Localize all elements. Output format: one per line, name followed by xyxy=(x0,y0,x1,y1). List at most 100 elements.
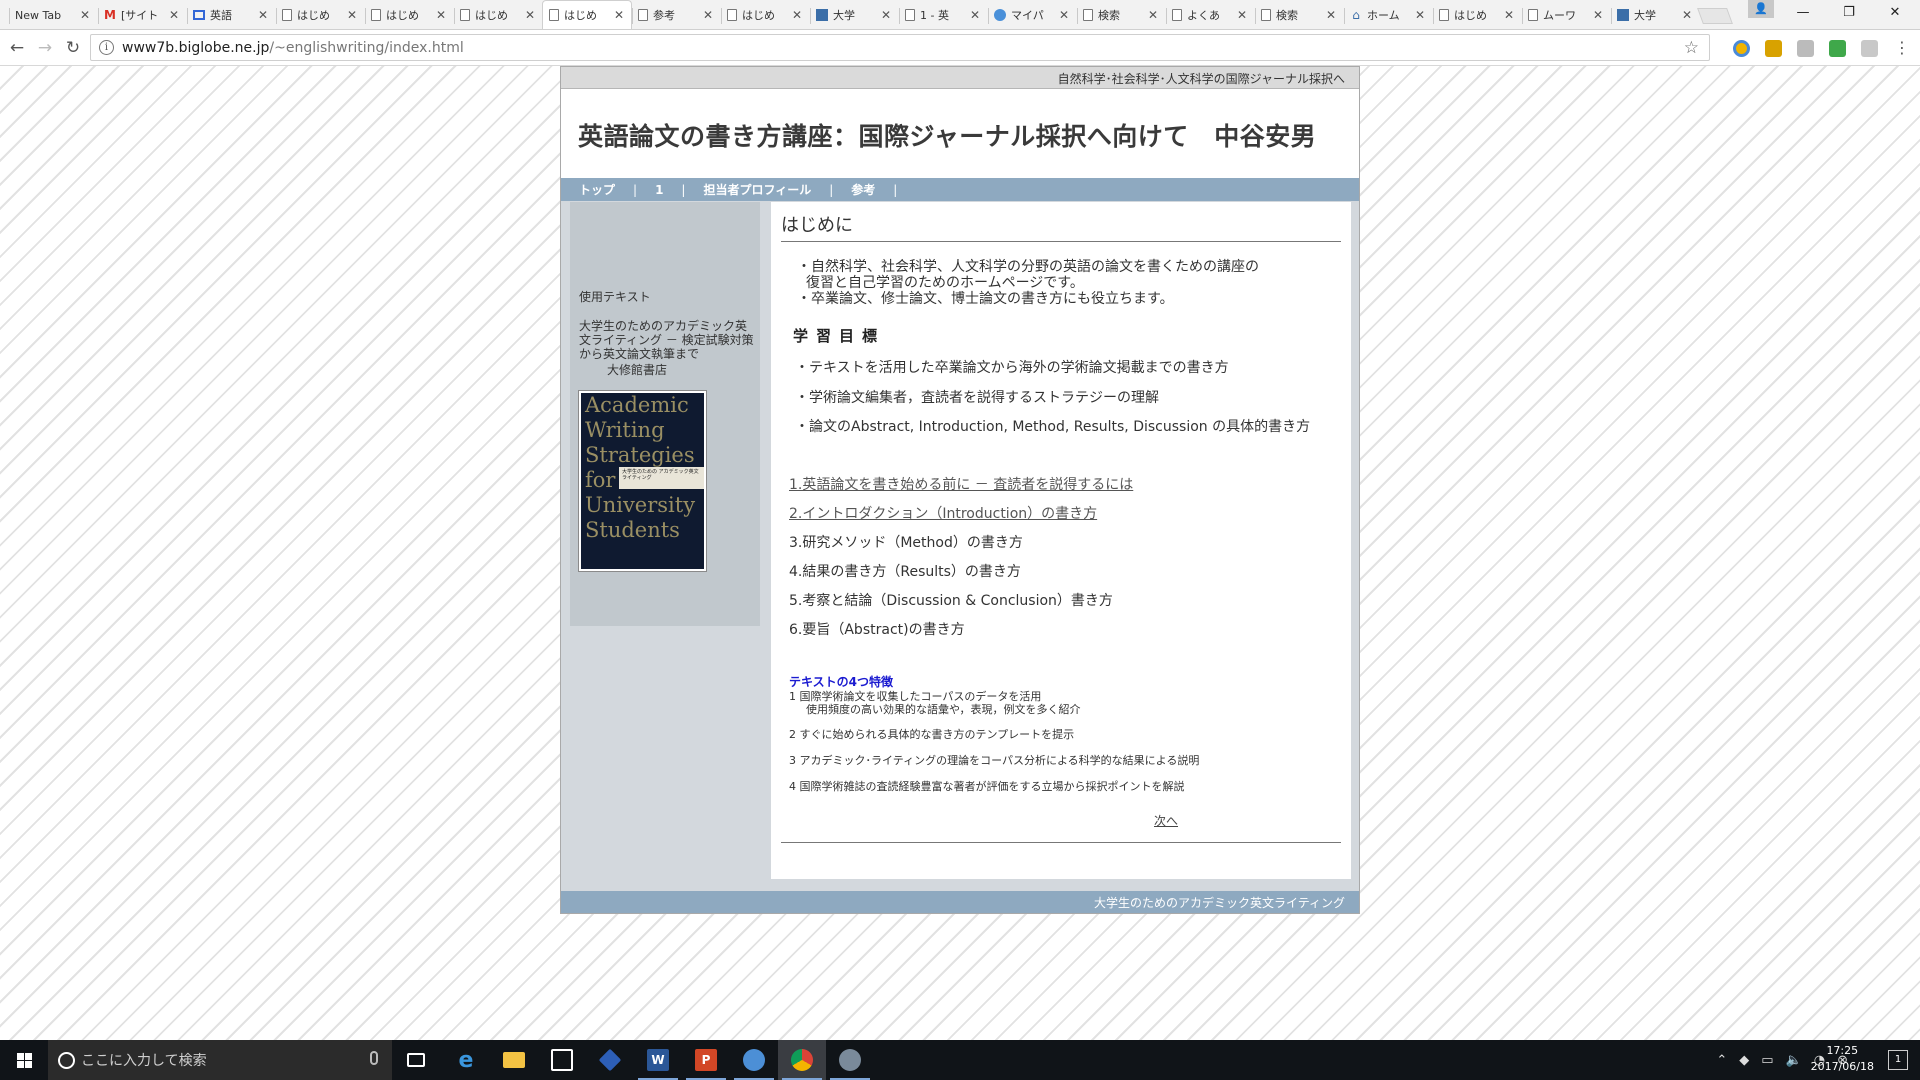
info-icon[interactable]: i xyxy=(99,40,114,55)
close-tab-icon[interactable]: ✕ xyxy=(524,8,536,22)
extension-icon[interactable] xyxy=(1797,40,1814,57)
notification-center-icon[interactable]: 1 xyxy=(1888,1050,1908,1070)
address-bar[interactable]: i www7b.biglobe.ne.jp/~englishwriting/in… xyxy=(90,34,1710,61)
browser-tab[interactable]: はじめ ✕ xyxy=(1432,0,1522,29)
nav-separator: | xyxy=(633,182,638,197)
tab-title: 参考 xyxy=(653,9,675,22)
bookmark-star-icon[interactable]: ☆ xyxy=(1684,38,1699,58)
nav-top-link[interactable]: トップ xyxy=(579,181,615,198)
close-tab-icon[interactable]: ✕ xyxy=(1592,8,1604,22)
browser-tab[interactable]: はじめ ✕ xyxy=(720,0,810,29)
close-tab-icon[interactable]: ✕ xyxy=(1503,8,1515,22)
close-tab-icon[interactable]: ✕ xyxy=(168,8,180,22)
menu-icon[interactable]: ⋮ xyxy=(1891,37,1913,59)
sidebar-publisher: 大修館書店 xyxy=(607,363,668,377)
taskbar-search[interactable]: ここに入力して検索 xyxy=(48,1040,392,1080)
extension-icon[interactable] xyxy=(1765,40,1782,57)
browser-tab[interactable]: はじめ ✕ xyxy=(275,0,365,29)
profile-icon[interactable]: 👤 xyxy=(1748,0,1774,18)
browser-tab[interactable]: ムーワ ✕ xyxy=(1521,0,1611,29)
battery-icon[interactable]: ▭ xyxy=(1761,1053,1773,1068)
search-placeholder: ここに入力して検索 xyxy=(81,1053,207,1069)
close-tab-icon[interactable]: ✕ xyxy=(1147,8,1159,22)
browser-tab[interactable]: 1 - 英 ✕ xyxy=(898,0,988,29)
page-viewport: 自然科学･社会科学･人文科学の国際ジャーナル採択へ 英語論文の書き方講座：国際ジ… xyxy=(0,66,1920,1040)
close-tab-icon[interactable]: ✕ xyxy=(880,8,892,22)
close-tab-icon[interactable]: ✕ xyxy=(1325,8,1337,22)
tab-title: [サイト xyxy=(121,9,159,22)
microphone-icon[interactable] xyxy=(370,1051,378,1065)
volume-icon[interactable]: 🔈 xyxy=(1786,1053,1802,1068)
back-icon[interactable]: ← xyxy=(6,37,28,59)
feature-line: 使用頻度の高い効果的な語彙や，表現，例文を多く紹介 xyxy=(806,702,1081,716)
browser-tab[interactable]: 参考 ✕ xyxy=(631,0,721,29)
chrome-button[interactable] xyxy=(778,1040,826,1080)
close-tab-icon[interactable]: ✕ xyxy=(1058,8,1070,22)
home-icon: ⌂ xyxy=(1352,8,1360,22)
notification-count: 1 xyxy=(1894,1054,1902,1065)
clock[interactable]: 17:25 2017/06/18 xyxy=(1811,1043,1874,1075)
cover-title-line: Students xyxy=(585,518,680,542)
close-tab-icon[interactable]: ✕ xyxy=(1236,8,1248,22)
browser-tab[interactable]: 大学 ✕ xyxy=(1610,0,1700,29)
browser-tab[interactable]: 英語 ✕ xyxy=(186,0,276,29)
browser-tab[interactable]: はじめ ✕ xyxy=(453,0,543,29)
browser-tab[interactable]: ⌂ ホーム ✕ xyxy=(1343,0,1433,29)
close-tab-icon[interactable]: ✕ xyxy=(257,8,269,22)
browser-tab[interactable]: 検索 ✕ xyxy=(1254,0,1344,29)
store-button[interactable] xyxy=(538,1040,586,1080)
browser-tab[interactable]: はじめ ✕ xyxy=(364,0,454,29)
close-tab-icon[interactable]: ✕ xyxy=(435,8,447,22)
intro-text: ・自然科学、社会科学、人文科学の分野の英語の論文を書くための講座の 復習と自己学… xyxy=(781,259,1341,307)
tab-title: はじめ xyxy=(564,9,597,22)
close-tab-icon[interactable]: ✕ xyxy=(1681,8,1693,22)
nav-1-link[interactable]: 1 xyxy=(655,183,663,197)
close-tab-icon[interactable]: ✕ xyxy=(969,8,981,22)
app-button[interactable] xyxy=(730,1040,778,1080)
start-button[interactable] xyxy=(0,1040,48,1080)
dropbox-icon[interactable]: ◆ xyxy=(1739,1053,1749,1068)
next-page-link[interactable]: 次へ xyxy=(1154,812,1178,829)
close-tab-icon[interactable]: ✕ xyxy=(613,8,625,22)
chapter-link[interactable]: 2.イントロダクション（Introduction）の書き方 xyxy=(789,506,1097,522)
close-tab-icon[interactable]: ✕ xyxy=(346,8,358,22)
chevron-up-icon[interactable]: ⌃ xyxy=(1716,1053,1727,1068)
browser-tab[interactable]: 大学 ✕ xyxy=(809,0,899,29)
browser-tab[interactable]: マイパ ✕ xyxy=(987,0,1077,29)
browser-tab[interactable]: New Tab ✕ xyxy=(8,0,98,29)
new-tab-button[interactable] xyxy=(1697,8,1733,24)
app-button[interactable] xyxy=(826,1040,874,1080)
sidebar-book-title: 大学生のためのアカデミック英文ライティング － 検定試験対策から英文論文執筆まで xyxy=(579,319,754,361)
browser-tab[interactable]: M [サイト ✕ xyxy=(97,0,187,29)
powerpoint-button[interactable]: P xyxy=(682,1040,730,1080)
forward-icon[interactable]: → xyxy=(34,37,56,59)
doc-icon xyxy=(905,9,915,21)
extension-icon[interactable] xyxy=(1733,40,1750,57)
nav-reference-link[interactable]: 参考 xyxy=(851,181,875,198)
close-window-icon[interactable]: ✕ xyxy=(1872,0,1918,28)
reload-icon[interactable]: ↻ xyxy=(62,37,84,59)
word-button[interactable]: W xyxy=(634,1040,682,1080)
app-button[interactable] xyxy=(586,1040,634,1080)
close-tab-icon[interactable]: ✕ xyxy=(702,8,714,22)
file-explorer-button[interactable] xyxy=(490,1040,538,1080)
minimize-icon[interactable]: — xyxy=(1780,0,1826,28)
restore-icon[interactable]: ❐ xyxy=(1826,0,1872,28)
feature-line: 1 国際学術論文を収集したコーパスのデータを活用 xyxy=(789,689,1042,703)
task-view-button[interactable] xyxy=(392,1040,440,1080)
chapter-link[interactable]: 1.英語論文を書き始める前に － 査読者を説得するには xyxy=(789,477,1133,493)
site-container: 自然科学･社会科学･人文科学の国際ジャーナル採択へ 英語論文の書き方講座：国際ジ… xyxy=(560,66,1360,914)
edge-button[interactable]: e xyxy=(442,1040,490,1080)
cover-title-line: Academic xyxy=(585,393,689,417)
close-tab-icon[interactable]: ✕ xyxy=(1414,8,1426,22)
browser-tab[interactable]: よくあ ✕ xyxy=(1165,0,1255,29)
close-tab-icon[interactable]: ✕ xyxy=(79,8,91,22)
browser-tab-active[interactable]: はじめ ✕ xyxy=(542,0,632,29)
cover-title-line: Writing xyxy=(585,418,665,442)
extension-icon[interactable] xyxy=(1861,40,1878,57)
browser-tab[interactable]: 検索 ✕ xyxy=(1076,0,1166,29)
extension-icon[interactable] xyxy=(1829,40,1846,57)
doc-icon xyxy=(1083,9,1093,21)
close-tab-icon[interactable]: ✕ xyxy=(791,8,803,22)
nav-profile-link[interactable]: 担当者プロフィール xyxy=(703,181,811,198)
